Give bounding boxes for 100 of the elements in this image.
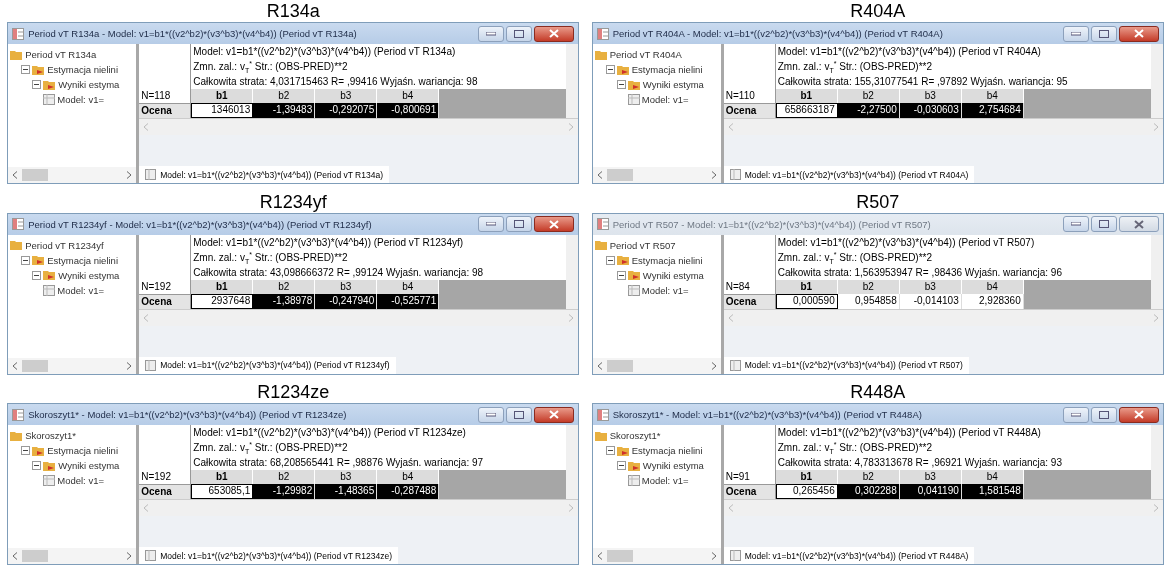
sheet-tab[interactable]: Model: v1=b1*((v2^b2)*(v3^b3)*(v4^b4)) (Period vT R1234yf): [139, 356, 396, 374]
tree-item[interactable]: Period vT R134a: [25, 49, 97, 60]
tree-item[interactable]: Model: v1=: [641, 284, 689, 296]
column-header[interactable]: b4: [377, 89, 440, 103]
table-cell[interactable]: -1,29982: [253, 484, 316, 500]
row-header[interactable]: Ocena: [723, 484, 776, 500]
scrollbar[interactable]: [566, 234, 579, 309]
column-header[interactable]: b3: [899, 279, 962, 294]
column-header[interactable]: b3: [899, 470, 962, 485]
table-cell[interactable]: -0,030603: [899, 103, 962, 118]
row-header[interactable]: Ocena: [139, 103, 192, 118]
column-header[interactable]: b3: [315, 89, 378, 103]
column-header[interactable]: b4: [377, 279, 440, 294]
column-header[interactable]: b2: [253, 279, 316, 294]
maximize-button[interactable]: [506, 406, 533, 423]
tree-item[interactable]: Period vT R404A: [609, 49, 682, 60]
maximize-button[interactable]: [1090, 25, 1117, 42]
tree-item[interactable]: Model: v1=: [641, 94, 689, 105]
column-header[interactable]: b1: [191, 89, 254, 103]
column-header[interactable]: b3: [315, 279, 378, 294]
maximize-button[interactable]: [1090, 216, 1117, 233]
row-header[interactable]: Ocena: [139, 293, 192, 309]
table-cell[interactable]: 0,265456: [775, 484, 838, 500]
scrollbar[interactable]: [8, 357, 137, 374]
column-header[interactable]: b4: [961, 89, 1024, 103]
scrollbar[interactable]: [566, 44, 579, 118]
scrollbar[interactable]: [592, 548, 721, 565]
column-header[interactable]: b1: [191, 470, 254, 485]
column-header[interactable]: b2: [837, 279, 900, 294]
collapse-icon[interactable]: [21, 65, 31, 74]
table-cell[interactable]: -0,800691: [377, 103, 440, 118]
tree-item[interactable]: Model: v1=: [641, 475, 689, 487]
collapse-icon[interactable]: [616, 270, 626, 280]
column-header[interactable]: b2: [837, 89, 900, 103]
close-button[interactable]: [534, 25, 575, 42]
close-button[interactable]: [534, 216, 575, 233]
column-header[interactable]: b2: [837, 470, 900, 485]
collapse-icon[interactable]: [21, 446, 31, 456]
table-cell[interactable]: 653085,1: [191, 484, 254, 500]
column-header[interactable]: b2: [253, 89, 316, 103]
collapse-icon[interactable]: [605, 65, 615, 74]
scrollbar[interactable]: [592, 167, 721, 183]
scrollbar-thumb[interactable]: [22, 550, 49, 563]
tree-item[interactable]: Wyniki estyma: [58, 79, 120, 90]
table-cell[interactable]: -1,48365: [315, 484, 378, 500]
close-button[interactable]: [1118, 406, 1159, 423]
column-header[interactable]: b4: [961, 279, 1024, 294]
scrollbar[interactable]: [8, 167, 137, 183]
scrollbar[interactable]: [592, 357, 721, 374]
table-cell[interactable]: -2,27500: [837, 103, 900, 118]
table-cell[interactable]: 658663187: [775, 103, 838, 118]
tree-item[interactable]: Model: v1=: [57, 94, 104, 105]
close-button[interactable]: [1118, 216, 1159, 233]
column-header[interactable]: b1: [775, 470, 838, 485]
column-header[interactable]: b4: [377, 470, 440, 485]
tree-item[interactable]: Period vT R507: [609, 239, 676, 251]
maximize-button[interactable]: [506, 25, 533, 42]
close-button[interactable]: [1118, 25, 1159, 42]
scrollbar-thumb[interactable]: [606, 359, 633, 372]
tree-item[interactable]: Estymacja nielini: [47, 445, 118, 457]
scrollbar[interactable]: [1150, 234, 1163, 309]
collapse-icon[interactable]: [616, 461, 626, 471]
column-header[interactable]: b1: [775, 279, 838, 294]
collapse-icon[interactable]: [21, 255, 31, 265]
collapse-icon[interactable]: [32, 270, 42, 280]
tree-item[interactable]: Estymacja nielini: [631, 254, 703, 266]
maximize-button[interactable]: [506, 216, 533, 233]
column-header[interactable]: b3: [315, 470, 378, 485]
scrollbar-thumb[interactable]: [606, 169, 633, 181]
scrollbar-thumb[interactable]: [606, 550, 633, 563]
tree-item[interactable]: Skoroszyt1*: [609, 430, 661, 442]
tree-item[interactable]: Wyniki estyma: [642, 460, 704, 472]
scrollbar[interactable]: [1150, 44, 1163, 118]
tree-item[interactable]: Model: v1=: [57, 284, 104, 296]
column-header[interactable]: b4: [961, 470, 1024, 485]
tree-item[interactable]: Wyniki estyma: [642, 79, 704, 90]
tree-item[interactable]: Model: v1=: [57, 475, 104, 487]
close-button[interactable]: [534, 406, 575, 423]
collapse-icon[interactable]: [32, 80, 42, 89]
sheet-tab[interactable]: Model: v1=b1*((v2^b2)*(v3^b3)*(v4^b4)) (Period vT R1234ze): [139, 547, 398, 565]
column-header[interactable]: b3: [899, 89, 962, 103]
column-header[interactable]: b1: [191, 279, 254, 294]
tree-item[interactable]: Estymacja nielini: [631, 445, 703, 457]
collapse-icon[interactable]: [605, 446, 615, 456]
scrollbar-thumb[interactable]: [22, 359, 49, 372]
collapse-icon[interactable]: [605, 255, 615, 265]
scrollbar[interactable]: [1150, 425, 1163, 500]
sheet-tab[interactable]: Model: v1=b1*((v2^b2)*(v3^b3)*(v4^b4)) (Period vT R507): [723, 356, 969, 374]
row-header[interactable]: Ocena: [723, 103, 776, 118]
table-cell[interactable]: 2,754684: [961, 103, 1024, 118]
column-header[interactable]: b2: [253, 470, 316, 485]
tree-item[interactable]: Wyniki estyma: [58, 269, 120, 281]
tree-item[interactable]: Skoroszyt1*: [25, 430, 76, 442]
table-cell[interactable]: 0,041190: [899, 484, 962, 500]
collapse-icon[interactable]: [32, 461, 42, 471]
table-cell[interactable]: 1346013: [191, 103, 254, 118]
scrollbar[interactable]: [8, 548, 137, 565]
tree-item[interactable]: Estymacja nielini: [47, 64, 118, 75]
table-cell[interactable]: 1,581548: [961, 484, 1024, 500]
collapse-icon[interactable]: [616, 80, 626, 89]
